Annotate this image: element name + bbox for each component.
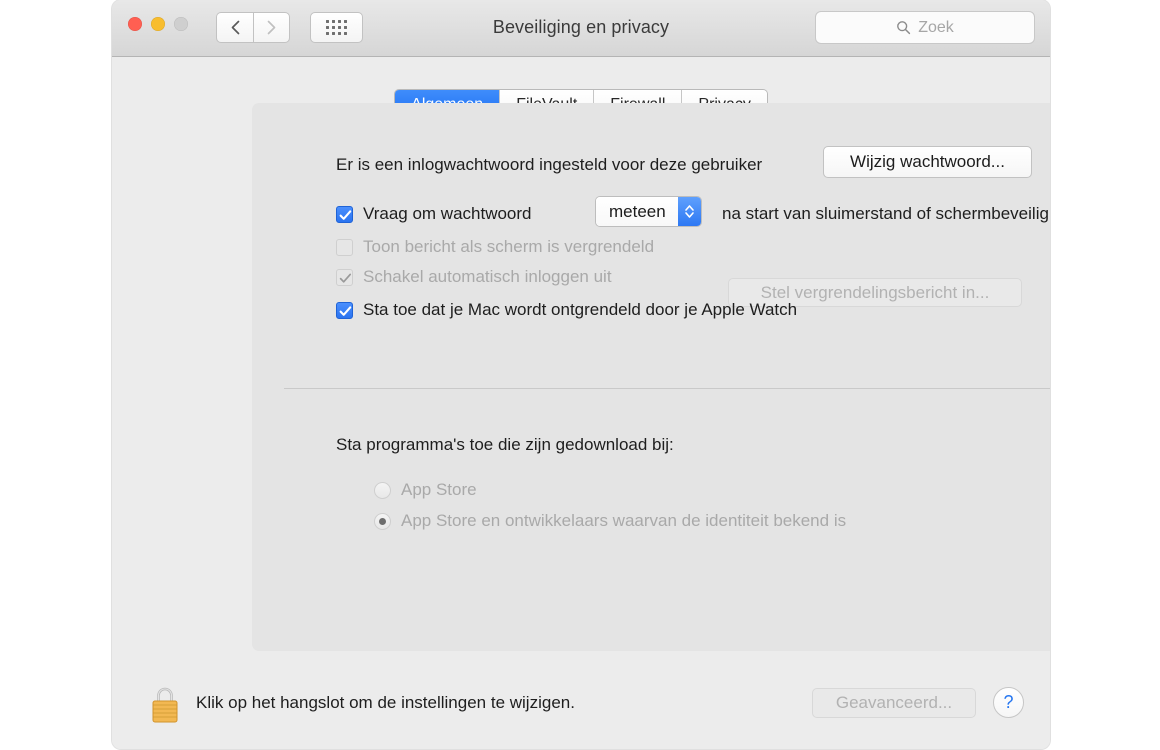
password-delay-value: meteen (596, 197, 678, 226)
closed-padlock-icon[interactable] (148, 683, 182, 725)
show-lock-message-row: Toon bericht als scherm is vergrendeld (336, 237, 654, 257)
require-password-suffix-label: na start van sluimerstand of schermbevei… (722, 204, 1050, 223)
apple-watch-unlock-row: Sta toe dat je Mac wordt ontgrendeld doo… (336, 300, 797, 320)
apple-watch-unlock-checkbox[interactable] (336, 301, 353, 319)
password-status-label: Er is een inlogwachtwoord ingesteld voor… (336, 155, 763, 174)
require-password-prefix-label: Vraag om wachtwoord (363, 204, 532, 223)
general-settings-panel: Er is een inlogwachtwoord ingesteld voor… (252, 103, 1050, 651)
show-lock-message-checkbox[interactable] (336, 238, 353, 256)
download-source-appstore-identified-label: App Store en ontwikkelaars waarvan de id… (401, 511, 847, 530)
download-source-appstore-identified-row: App Store en ontwikkelaars waarvan de id… (374, 511, 846, 531)
search-placeholder: Zoek (918, 18, 954, 36)
disable-auto-login-checkbox[interactable] (336, 268, 353, 286)
window-body: Algemeen FileVault Firewall Privacy Er i… (112, 57, 1050, 749)
help-button[interactable]: ? (993, 687, 1024, 718)
section-divider (284, 388, 1050, 389)
change-password-button[interactable]: Wijzig wachtwoord... (823, 146, 1032, 178)
disable-auto-login-row: Schakel automatisch inloggen uit (336, 267, 612, 287)
lock-instruction-text: Klik op het hangslot om de instellingen … (196, 693, 575, 712)
window-titlebar: Beveiliging en privacy Zoek (112, 0, 1050, 57)
download-source-appstore-label: App Store (401, 480, 477, 499)
download-source-appstore-radio[interactable] (374, 481, 391, 499)
download-source-appstore-identified-radio[interactable] (374, 512, 391, 530)
apple-watch-unlock-label: Sta toe dat je Mac wordt ontgrendeld doo… (363, 300, 798, 319)
require-password-checkbox[interactable] (336, 205, 353, 223)
chevron-updown-icon (677, 197, 701, 226)
search-icon (896, 20, 911, 35)
download-source-appstore-row: App Store (374, 480, 477, 500)
disable-auto-login-label: Schakel automatisch inloggen uit (363, 267, 612, 286)
system-preferences-window: Beveiliging en privacy Zoek Algemeen Fil… (112, 0, 1050, 749)
password-delay-popup-button[interactable]: meteen (595, 196, 702, 227)
advanced-button[interactable]: Geavanceerd... (812, 688, 976, 718)
require-password-row: Vraag om wachtwoord (336, 204, 532, 224)
downloads-heading: Sta programma's toe die zijn gedownload … (336, 435, 674, 454)
show-lock-message-label: Toon bericht als scherm is vergrendeld (363, 237, 655, 256)
search-input[interactable]: Zoek (815, 11, 1035, 44)
